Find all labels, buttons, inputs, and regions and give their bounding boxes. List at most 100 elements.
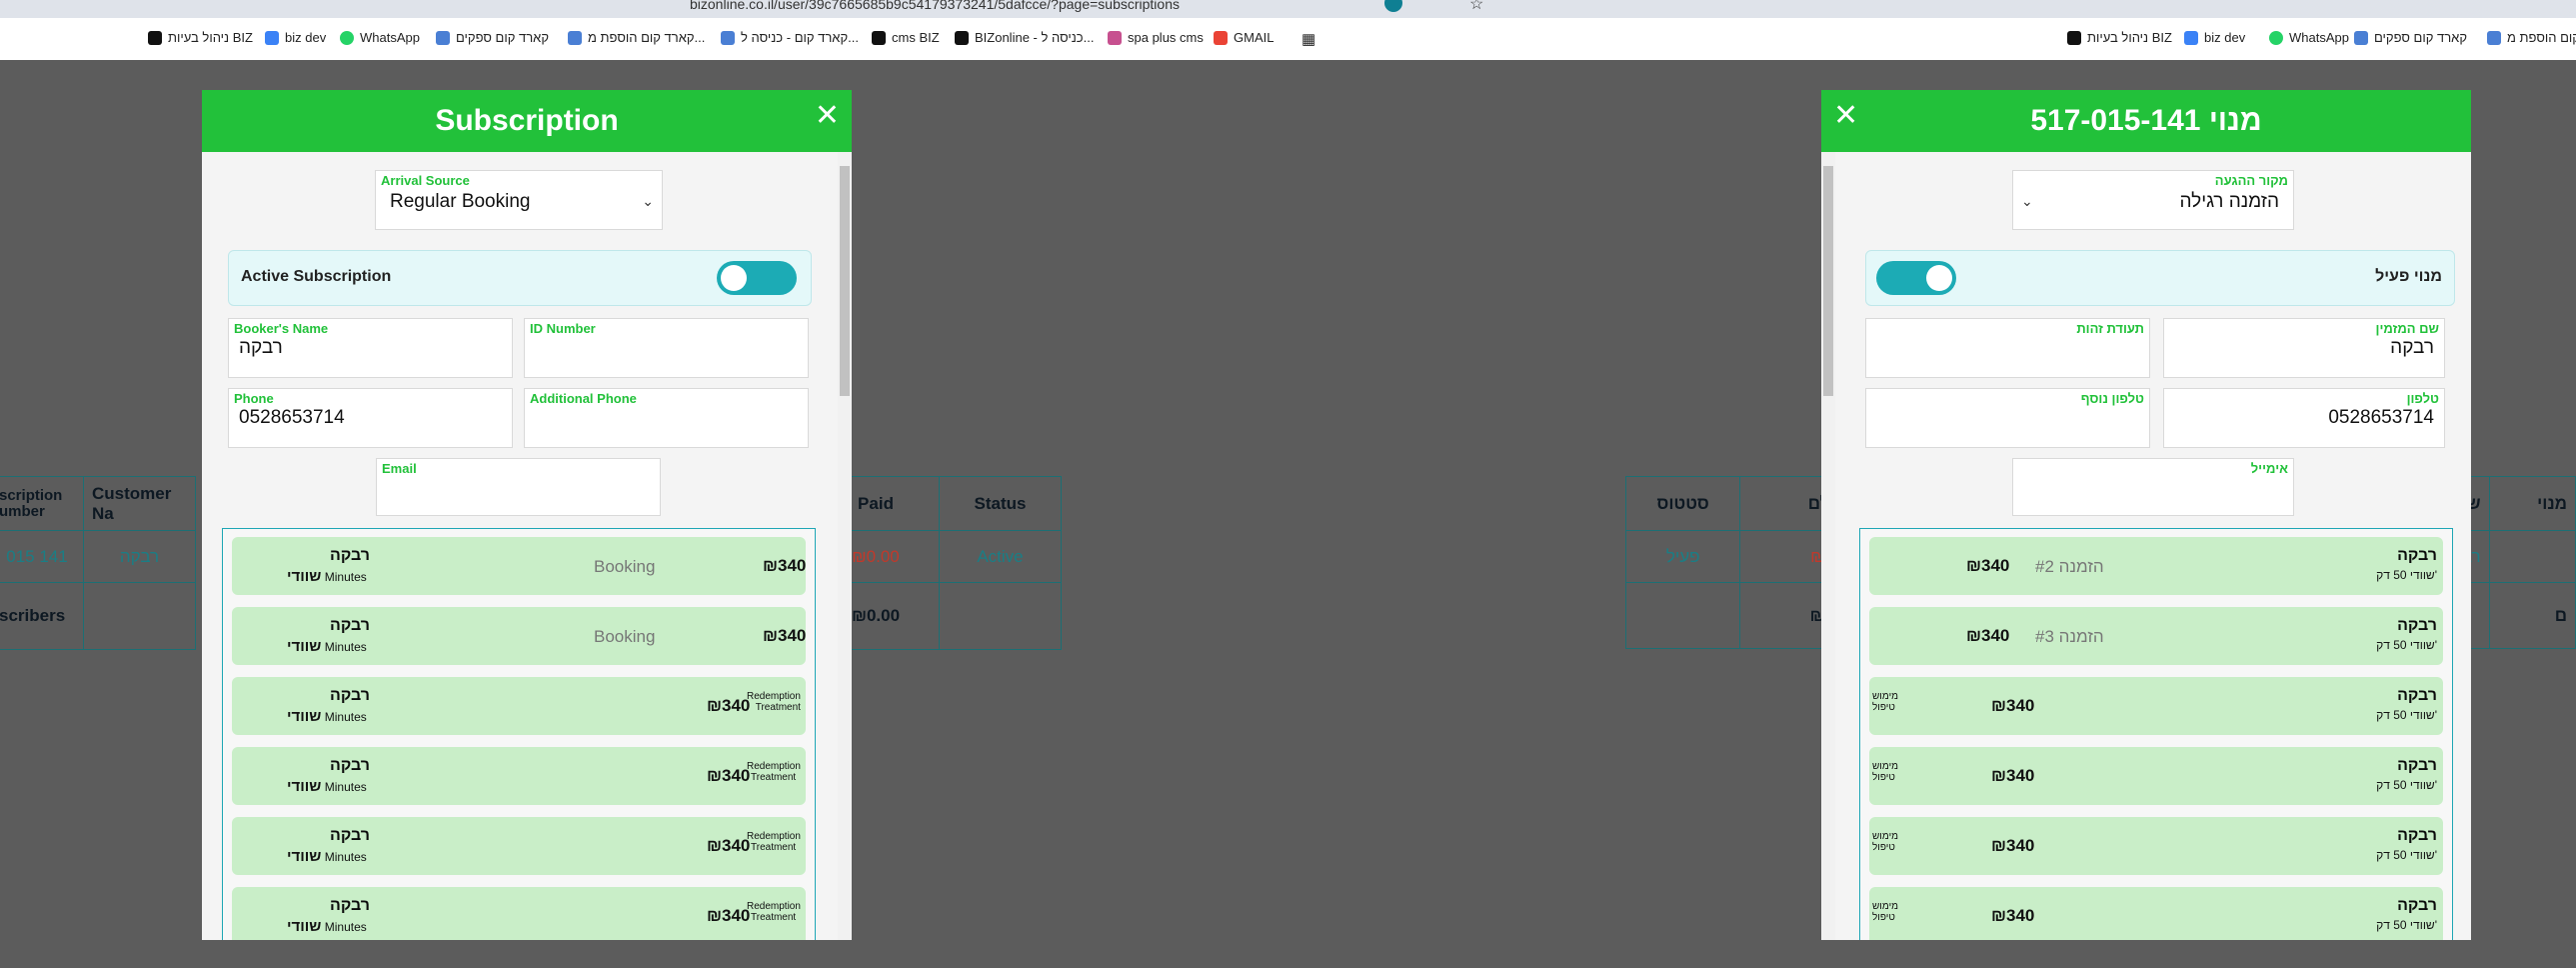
table-header: מנוי (2488, 476, 2576, 531)
bookmark-label: cms BIZ (892, 30, 940, 45)
redemption-line: מימוש (1872, 691, 1899, 702)
list-item[interactable]: רבקה שוודי 50 דק' הזמנה #2 ₪340 (1869, 537, 2443, 595)
active-subscription-toggle[interactable] (717, 261, 797, 295)
modal-scrollbar[interactable] (1821, 152, 1835, 940)
profile-icon[interactable] (1384, 0, 1402, 12)
field-label: אימייל (2250, 461, 2288, 476)
list-item[interactable]: רבקה שוודי Minutes ₪340 Redemption Treatm… (232, 677, 806, 735)
star-icon[interactable]: ☆ (1469, 0, 1483, 14)
modal-title: מנוי 517-015-141 (2030, 104, 2262, 137)
field-value: 0528653714 (2328, 407, 2434, 428)
list-item[interactable]: רבקה שוודי 50 דק' ₪340 מימוש טיפול (1869, 677, 2443, 735)
booker-name-field[interactable]: שם המזמין רבקה (2163, 318, 2445, 378)
redemption-label: מימוש טיפול (1872, 831, 1898, 853)
bookmark-item[interactable]: קארד קום הוספת מ... (2487, 30, 2576, 45)
item-unit: Minutes (324, 780, 367, 794)
id-number-field[interactable]: תעודת זהות (1865, 318, 2150, 378)
bookmark-item[interactable]: GMAIL (1214, 30, 1274, 45)
active-subscription-toggle[interactable] (1876, 261, 1956, 295)
item-price: ₪340 (707, 766, 751, 785)
table-cell[interactable]: רבקה (83, 530, 196, 583)
list-item[interactable]: רבקה שוודי 50 דק' ₪340 מימוש טיפול (1869, 817, 2443, 875)
booker-name-field[interactable]: Booker's Name רבקה (228, 318, 513, 378)
item-service-name: שוודי (287, 638, 322, 655)
bookmark-item[interactable]: ניהול בעיות BIZ (2067, 30, 2172, 45)
bookmark-item[interactable]: WhatsApp (2269, 30, 2349, 45)
redemption-line: מימוש (1872, 831, 1899, 842)
item-unit: Minutes (324, 570, 367, 584)
close-icon[interactable]: ✕ (1833, 98, 1858, 133)
bookmark-item[interactable]: קארד קום ספקים (436, 30, 549, 45)
url-text[interactable]: bizonline.co.il/user/39c7665685b9c541793… (690, 0, 1180, 12)
field-label: Email (382, 461, 417, 476)
treatment-line: טיפול (1872, 702, 1895, 713)
item-name: רבקה (330, 687, 370, 704)
phone-field[interactable]: Phone 0528653714 (228, 388, 513, 448)
apps-grid-icon[interactable]: ▦ (1301, 30, 1315, 48)
list-item[interactable]: רבקה שוודי Minutes ₪340 Redemption Treatm… (232, 887, 806, 940)
item-service: שוודי 50 דק' (2376, 848, 2437, 862)
bookmark-item[interactable]: WhatsApp (340, 30, 420, 45)
bookmark-favicon-icon (2354, 30, 2368, 45)
bookmark-item[interactable]: biz dev (2184, 30, 2245, 45)
item-price: ₪340 (1966, 626, 2010, 645)
list-item[interactable]: רבקה שוודי Minutes ₪340 Redemption Treatm… (232, 817, 806, 875)
arrival-source-select[interactable]: מקור ההגעה הזמנה רגילה ⌄ (2012, 170, 2294, 230)
arrival-source-select[interactable]: Arrival Source Regular Booking ⌄ (375, 170, 663, 230)
field-label: Phone (234, 391, 274, 406)
redemption-label: מימוש טיפול (1872, 761, 1898, 783)
item-name: רבקה (330, 897, 370, 914)
email-field[interactable]: אימייל (2012, 458, 2294, 516)
list-item[interactable]: רבקה שוודי Minutes Booking ₪340 (232, 537, 806, 595)
additional-phone-field[interactable]: טלפון נוסף (1865, 388, 2150, 448)
bookmark-item[interactable]: קארד קום ספקים (2354, 30, 2467, 45)
list-item[interactable]: רבקה שוודי 50 דק' ₪340 מימוש טיפול (1869, 747, 2443, 805)
bookmark-item[interactable]: cms BIZ (872, 30, 940, 45)
chevron-down-icon: ⌄ (2021, 193, 2033, 209)
redemption-line: Redemption (747, 691, 801, 702)
redemption-line: מימוש (1872, 761, 1899, 772)
id-number-field[interactable]: ID Number (524, 318, 809, 378)
bookmark-item[interactable]: BIZonline - כניסה ל... (955, 30, 1094, 45)
bookmarks-bar: ניהול בעיות BIZ biz dev WhatsApp קארד קו… (0, 18, 2576, 61)
redemption-line: מימוש (1872, 901, 1899, 912)
bookmark-item[interactable]: biz dev (265, 30, 326, 45)
redemption-label: Redemption Treatment (747, 761, 801, 783)
table-cell[interactable] (2488, 530, 2576, 583)
item-service-name: שוודי (287, 568, 322, 585)
bookmark-item[interactable]: ניהול בעיות BIZ (148, 30, 253, 45)
scrollbar-thumb[interactable] (1823, 166, 1833, 396)
bookmark-label: GMAIL (1234, 30, 1275, 45)
item-service: שוודי 50 דק' (2376, 638, 2437, 652)
field-label: טלפון נוסף (2080, 391, 2144, 406)
item-price: ₪340 (763, 626, 807, 645)
item-type: Booking (594, 627, 656, 646)
bookmark-label: קארד קום הוספת מ... (588, 30, 706, 45)
bookmark-item[interactable]: קארד קום - כניסה ל... (721, 30, 859, 45)
bookmark-item[interactable]: spa plus cms (1108, 30, 1204, 45)
redemption-line: Redemption (747, 831, 801, 842)
email-field[interactable]: Email (376, 458, 661, 516)
modal-scrollbar[interactable] (838, 152, 852, 940)
list-item[interactable]: רבקה שוודי Minutes Booking ₪340 (232, 607, 806, 665)
list-item[interactable]: רבקה שוודי Minutes ₪340 Redemption Treatm… (232, 747, 806, 805)
gmail-icon (1214, 30, 1228, 45)
bookmark-favicon-icon (436, 30, 450, 45)
list-item[interactable]: רבקה שוודי 50 דק' הזמנה #3 ₪340 (1869, 607, 2443, 665)
list-item[interactable]: רבקה שוודי 50 דק' ₪340 מימוש טיפול (1869, 887, 2443, 940)
biz-icon (2067, 30, 2081, 45)
bookmark-label: biz dev (285, 30, 327, 45)
item-price: ₪340 (707, 836, 751, 855)
bookmark-label: קארד קום ספקים (456, 30, 549, 45)
phone-field[interactable]: טלפון 0528653714 (2163, 388, 2445, 448)
table-header: Status (939, 476, 1062, 531)
table-cell[interactable]: 015 141 (0, 530, 84, 583)
toggle-knob (721, 265, 747, 291)
additional-phone-field[interactable]: Additional Phone (524, 388, 809, 448)
scrollbar-thumb[interactable] (840, 166, 850, 396)
bookmark-item[interactable]: קארד קום הוספת מ... (568, 30, 705, 45)
subscription-items-list: רבקה שוודי 50 דק' הזמנה #2 ₪340 רבקה שוו… (1859, 528, 2453, 940)
field-value: רבקה (239, 337, 283, 358)
close-icon[interactable]: ✕ (815, 98, 840, 133)
field-label: תעודת זהות (2076, 321, 2144, 336)
